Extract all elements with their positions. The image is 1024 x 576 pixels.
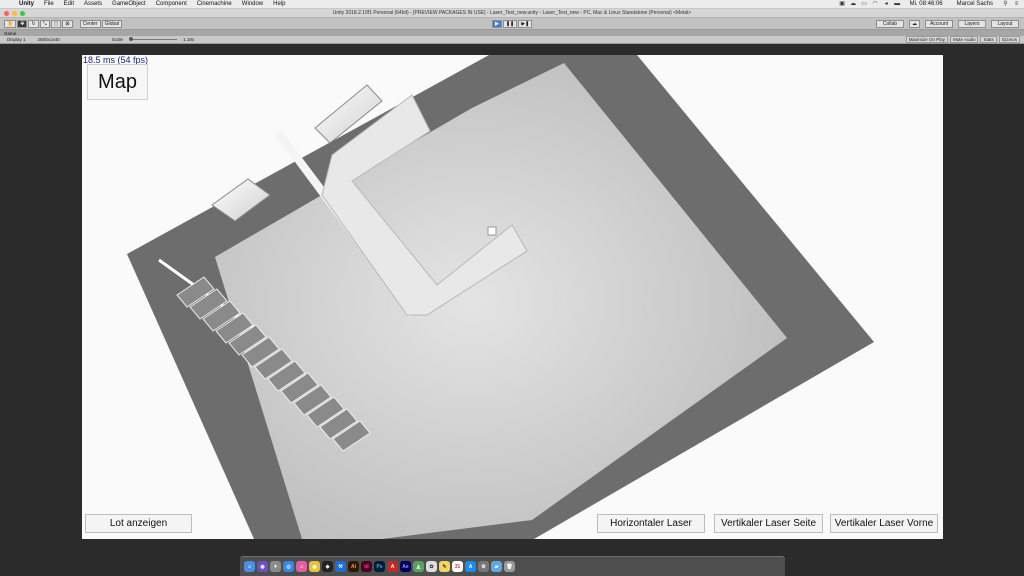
transform-tool-icon[interactable]: ⊠ xyxy=(62,19,73,28)
lot-anzeigen-button[interactable]: Lot anzeigen xyxy=(85,514,192,533)
menu-component[interactable]: Component xyxy=(151,0,192,9)
scale-tool-icon[interactable]: ⤡ xyxy=(39,19,50,28)
finder-icon[interactable]: ☺ xyxy=(244,561,255,572)
status-area: ▣ ☁ ▭ ◠ ◂ ▬ Mi. 08:46:06 Marcel Sachs ⚲ … xyxy=(839,0,1024,9)
menu-unity[interactable]: Unity xyxy=(14,0,39,9)
xcode-icon[interactable]: ⚒ xyxy=(335,561,346,572)
gizmos-dropdown[interactable]: Gizmos xyxy=(998,36,1020,43)
aftereffects-icon[interactable]: Ae xyxy=(400,561,411,572)
vertical-laser-front-button[interactable]: Vertikaler Laser Vorne xyxy=(830,514,938,533)
layers-dropdown[interactable]: Layers xyxy=(958,19,986,28)
display-select[interactable]: Display 1 xyxy=(4,37,29,42)
maps-icon[interactable]: ◭ xyxy=(413,561,424,572)
user-name[interactable]: Marcel Sachs xyxy=(952,0,998,9)
pause-icon[interactable]: ❚❚ xyxy=(502,20,518,28)
calendar-icon[interactable]: 31 xyxy=(452,561,463,572)
unity-toolbar: ✋ ✥ ↻ ⤡ ▢ ⊠ Center Global ▶ ❚❚ ▶❚ Collab… xyxy=(0,18,1024,30)
step-icon[interactable]: ▶❚ xyxy=(518,20,533,28)
account-dropdown[interactable]: Account xyxy=(925,19,953,28)
game-view-toggles: Maximize On Play Mute Audio Stats Gizmos xyxy=(905,36,1020,43)
volume-icon[interactable]: ◂ xyxy=(883,1,890,7)
vertical-laser-side-button[interactable]: Vertikaler Laser Seite xyxy=(714,514,823,533)
window-controls xyxy=(0,10,100,16)
close-icon[interactable] xyxy=(4,10,9,16)
scale-value: 1.18x xyxy=(183,37,195,42)
pivot-global-button[interactable]: Global xyxy=(101,19,123,28)
illustrator-icon[interactable]: Ai xyxy=(348,561,359,572)
appstore-icon[interactable]: A xyxy=(465,561,476,572)
menu-assets[interactable]: Assets xyxy=(79,0,107,9)
menu-bar: Unity File Edit Assets GameObject Compon… xyxy=(0,0,1024,9)
acrobat-icon[interactable]: A xyxy=(387,561,398,572)
unity-icon[interactable]: ◆ xyxy=(322,561,333,572)
move-tool-icon[interactable]: ✥ xyxy=(17,19,28,28)
siri-icon[interactable]: ◉ xyxy=(257,561,268,572)
battery-icon[interactable]: ▬ xyxy=(894,1,901,7)
chrome-icon[interactable]: ◍ xyxy=(309,561,320,572)
itunes-icon[interactable]: ♫ xyxy=(296,561,307,572)
horizontal-laser-button[interactable]: Horizontaler Laser xyxy=(597,514,705,533)
folder-icon[interactable]: ▰ xyxy=(491,561,502,572)
game-viewport[interactable]: 18.5 ms (54 fps) Map Lot anzeigen Horizo… xyxy=(82,55,943,539)
menu-gameobject[interactable]: GameObject xyxy=(107,0,151,9)
scale-label: Scale xyxy=(111,37,124,42)
layout-dropdown[interactable]: Layout xyxy=(991,19,1019,28)
rotate-tool-icon[interactable]: ↻ xyxy=(28,19,39,28)
window-title: Unity 2018.2.10f1 Personal (64bit) - [PR… xyxy=(332,10,692,16)
menu-window[interactable]: Window xyxy=(237,0,268,9)
dock: ☺ ◉ ✦ ◎ ♫ ◍ ◆ ⚒ Ai Id Ps A Ae ◭ ✿ ✎ 31 A… xyxy=(240,556,785,576)
mute-audio-toggle[interactable]: Mute Audio xyxy=(949,36,979,43)
stats-toggle[interactable]: Stats xyxy=(980,36,997,43)
menu-help[interactable]: Help xyxy=(268,0,290,9)
resolution-select[interactable]: 2560x1440 xyxy=(35,37,63,42)
room-render xyxy=(127,55,874,539)
map-button[interactable]: Map xyxy=(87,64,148,100)
camera-icon[interactable]: ▣ xyxy=(839,1,846,7)
cloud-icon[interactable]: ☁ xyxy=(850,1,857,7)
menu-cinemachine[interactable]: Cinemachine xyxy=(192,0,237,9)
play-icon[interactable]: ▶ xyxy=(492,20,502,28)
indesign-icon[interactable]: Id xyxy=(361,561,372,572)
photos-icon[interactable]: ✿ xyxy=(426,561,437,572)
minimize-icon[interactable] xyxy=(12,10,17,16)
preferences-icon[interactable]: ⚙ xyxy=(478,561,489,572)
search-icon[interactable]: ⚲ xyxy=(1002,1,1009,7)
airplay-icon[interactable]: ▭ xyxy=(861,1,868,7)
play-controls: ▶ ❚❚ ▶❚ xyxy=(492,20,533,28)
scale-slider[interactable] xyxy=(129,37,178,41)
toolbar-right: Collab ☁ Account Layers Layout xyxy=(876,19,1020,28)
trash-icon[interactable]: 🗑 xyxy=(504,561,515,572)
photoshop-icon[interactable]: Ps xyxy=(374,561,385,572)
zoom-icon[interactable] xyxy=(20,10,25,16)
game-tab-label: Game xyxy=(4,30,17,36)
counter-item xyxy=(487,226,497,236)
game-view-controls: Display 1 2560x1440 Scale 1.18x Maximize… xyxy=(0,36,1024,44)
window-titlebar: Unity 2018.2.10f1 Personal (64bit) - [PR… xyxy=(0,9,1024,18)
wifi-icon[interactable]: ◠ xyxy=(872,1,879,7)
collab-button[interactable]: Collab xyxy=(876,19,904,28)
menu-edit[interactable]: Edit xyxy=(59,0,79,9)
launchpad-icon[interactable]: ✦ xyxy=(270,561,281,572)
safari-icon[interactable]: ◎ xyxy=(283,561,294,572)
scale-slider-knob[interactable] xyxy=(129,37,134,41)
rect-tool-icon[interactable]: ▢ xyxy=(50,19,62,28)
pivot-center-button[interactable]: Center xyxy=(79,19,101,28)
menu-file[interactable]: File xyxy=(39,0,59,9)
cloud-services-icon[interactable]: ☁ xyxy=(909,19,920,28)
notes-icon[interactable]: ✎ xyxy=(439,561,450,572)
notification-icon[interactable]: ≡ xyxy=(1013,1,1020,7)
hand-tool-icon[interactable]: ✋ xyxy=(4,19,17,28)
maximize-on-play-toggle[interactable]: Maximize On Play xyxy=(905,36,948,43)
clock[interactable]: Mi. 08:46:06 xyxy=(905,0,948,9)
